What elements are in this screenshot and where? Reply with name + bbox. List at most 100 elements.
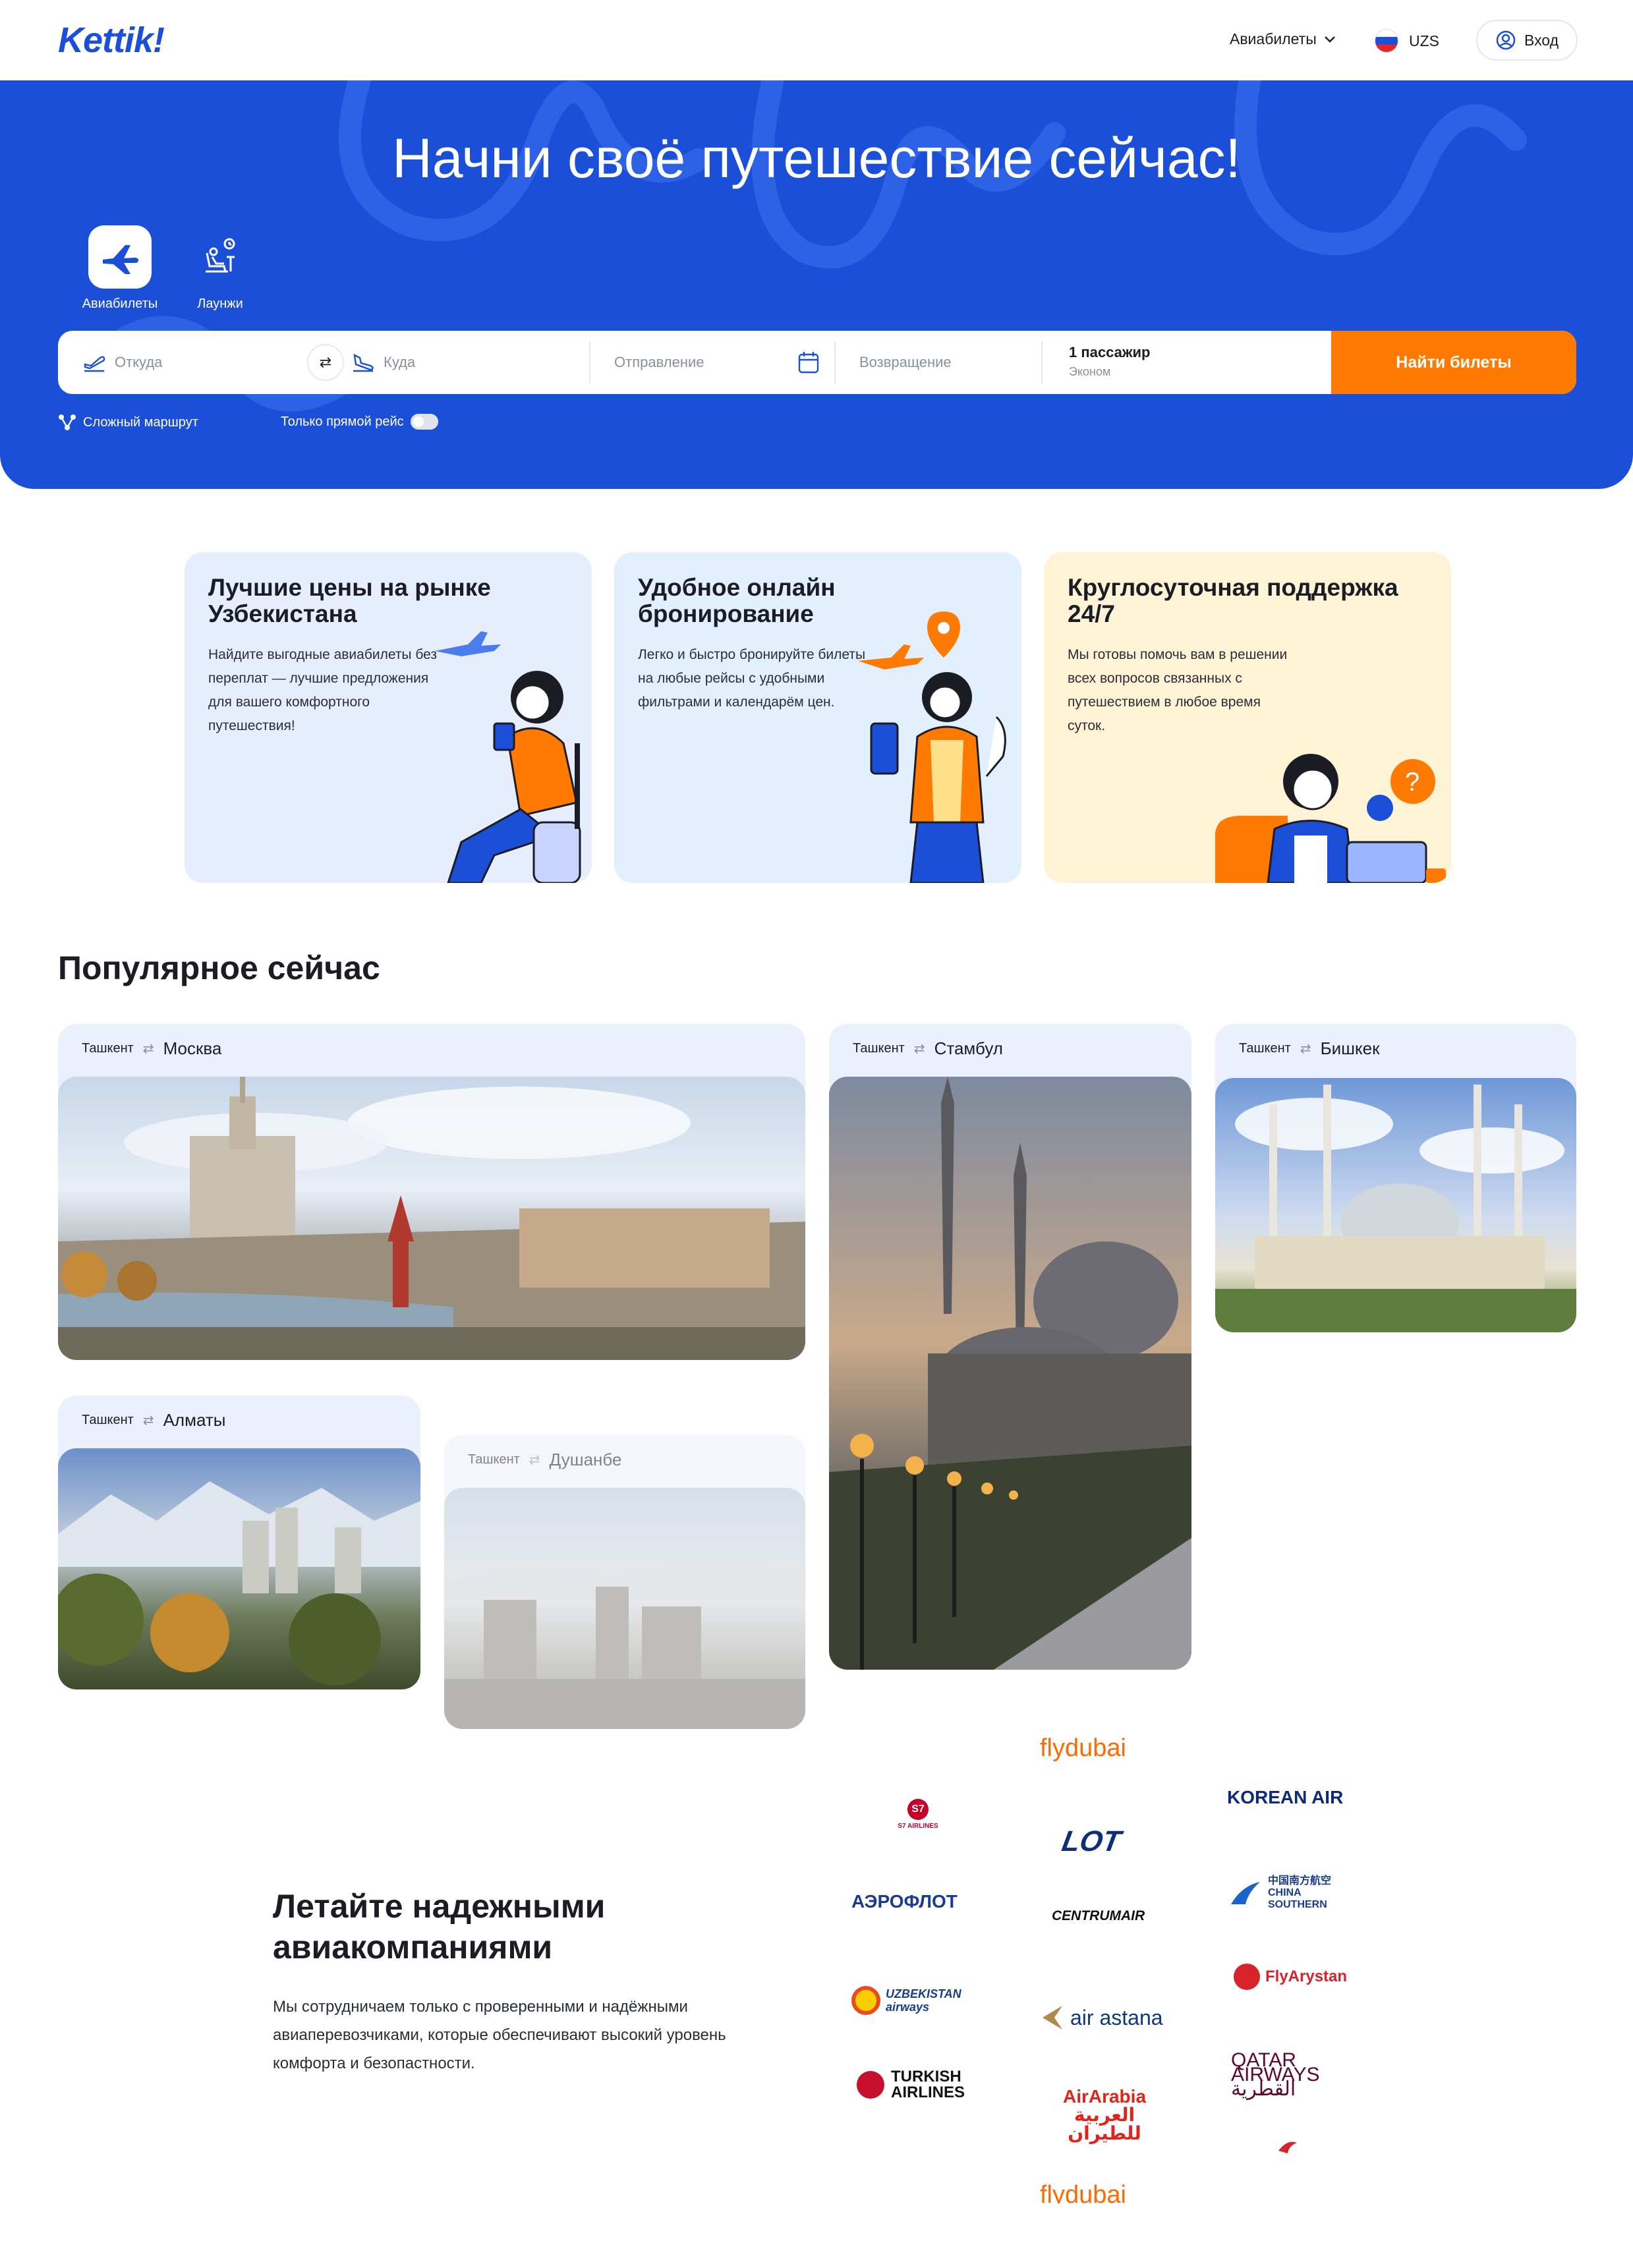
feature-title: Лучшие цены на рынке Узбекистана [208,574,491,627]
feature-text: Найдите выгодные авиабилеты без переплат… [208,647,438,733]
support-agent-illustration: ? [1215,754,1446,883]
landing-icon [353,353,374,372]
flydubai-logo-repeat: flydubai [1040,2181,1126,2203]
feature-text: Мы готовы помочь вам в решении всех вопр… [1068,647,1288,733]
lot-logo: LOT [1059,1825,1124,1857]
dushanbe-photo [444,1488,805,1729]
feature-title: Круглосуточная поддержка 24/7 [1068,574,1398,627]
feature-card-booking: Удобное онлайн бронирование Легко и быст… [614,552,1021,883]
route-destination: Алматы [163,1410,226,1430]
passengers-selector[interactable]: 1 пассажир Эконом [1069,344,1354,383]
route-origin: Ташкент [468,1452,520,1467]
turkish-airlines-emblem-icon [857,2071,884,2099]
istanbul-photo [829,1077,1191,1670]
airlines-section-title: Летайте надежными авиакомпаниями [273,1888,606,1966]
mode-tab-flights[interactable]: Авиабилеты [79,225,161,312]
currency-selector[interactable]: UZS [1375,29,1439,53]
depart-placeholder: Отправление [614,354,704,370]
route-destination: Душанбе [549,1450,622,1469]
mode-label: Лаунжи [197,297,243,311]
route-label: Ташкент ⇄ Бишкек [1239,1038,1380,1059]
hero-section: Начни своё путешествие сейчас! Авиабилет… [0,80,1633,489]
nav-tickets-dropdown[interactable]: Авиабилеты [1230,30,1336,48]
takeoff-icon [84,356,105,372]
nav-tickets-label: Авиабилеты [1230,30,1317,47]
route-nodes-icon [59,414,76,430]
user-icon [1496,30,1516,50]
destination-card-moscow[interactable]: Ташкент ⇄ Москва [58,1024,805,1360]
route-destination: Москва [163,1038,222,1058]
from-field[interactable]: Откуда [83,331,294,394]
route-origin: Ташкент [82,1413,134,1427]
swap-arrows-icon: ⇄ [319,354,332,370]
route-origin: Ташкент [853,1041,905,1056]
calendar-icon [798,352,819,374]
to-placeholder: Куда [384,354,416,370]
china-southern-logo-text: 中国南方航空 CHINA SOUTHERN [1268,1875,1332,1910]
login-button[interactable]: Вход [1476,20,1578,61]
airline-emblem-icon [1276,2136,1300,2156]
route-origin: Ташкент [82,1041,134,1056]
booking-illustration [858,611,1006,883]
russia-flag-icon [1375,29,1398,53]
destination-card-bishkek[interactable]: Ташкент ⇄ Бишкек [1215,1024,1576,1332]
airplane-icon [88,225,152,289]
swap-direction-button[interactable]: ⇄ [307,344,344,381]
svg-text:?: ? [1405,768,1419,797]
centrumair-logo: CENTRUMAIR [1052,1908,1145,1923]
air-arabia-logo: AirArabia العربية للطيران [1062,2086,1147,2143]
chevron-down-icon [1324,36,1335,43]
swap-arrows-icon: ⇄ [529,1453,540,1467]
destination-card-almaty[interactable]: Ташкент ⇄ Алматы [58,1396,420,1689]
swap-arrows-icon: ⇄ [142,1413,154,1428]
route-label: Ташкент ⇄ Алматы [82,1410,225,1431]
airlines-section-text: Мы сотрудничаем только с проверенными и … [273,1998,726,2072]
flyarystan-logo: FlyArystan [1234,1964,1347,1990]
china-southern-logo: 中国南方航空 CHINA SOUTHERN [1228,1875,1354,1911]
return-date-field[interactable]: Возвращение [859,331,1050,394]
flyarystan-logo-text: FlyArystan [1265,1968,1348,1985]
hero-title: Начни своё путешествие сейчас! [392,127,1241,189]
s7-logo-text: S7 AIRLINES [898,1823,938,1830]
popular-section-title: Популярное сейчас [58,950,380,986]
find-tickets-button[interactable]: Найти билеты [1331,331,1576,394]
china-southern-emblem-icon [1231,1882,1260,1904]
swap-arrows-icon: ⇄ [913,1042,925,1056]
site-header: Kettik! Авиабилеты UZS Вход [0,0,1633,80]
flight-search-bar: Откуда ⇄ Куда Отправление Возвращение 1 … [58,331,1576,394]
bishkek-photo [1215,1078,1576,1332]
traveler-illustration [435,631,581,883]
air-astana-emblem-icon [1043,2006,1062,2029]
direct-only-option: Только прямой рейс [281,414,438,430]
s7-logo: S7 S7 AIRLINES [896,1799,940,1830]
complex-route-link[interactable]: Сложный маршрут [58,414,198,431]
route-destination: Стамбул [934,1038,1003,1058]
flyarystan-emblem-icon [1234,1964,1260,1990]
aeroflot-logo: АЭРОФЛОТ [851,1891,958,1912]
feature-card-prices: Лучшие цены на рынке Узбекистана Найдите… [185,552,592,883]
direct-only-label: Только прямой рейс [281,414,404,429]
swap-arrows-icon: ⇄ [142,1042,154,1056]
destination-card-dushanbe[interactable]: Ташкент ⇄ Душанбе [444,1435,805,1729]
route-label: Ташкент ⇄ Душанбе [468,1450,621,1470]
korean-air-logo: KOREAN AIR [1227,1787,1344,1807]
passengers-count: 1 пассажир [1069,344,1151,360]
feature-text: Легко и быстро бронируйте билеты на любы… [638,647,866,710]
feature-card-support: Круглосуточная поддержка 24/7 Мы готовы … [1044,552,1451,883]
flydubai-logo: flydubai [1040,1734,1126,1762]
route-label: Ташкент ⇄ Москва [82,1038,221,1059]
direct-only-toggle[interactable] [410,414,438,430]
lounge-icon [188,225,252,289]
depart-date-field[interactable]: Отправление [614,331,891,394]
uzbekistan-airways-logo: UZBEKISTAN airways [851,1986,971,2015]
to-field[interactable]: Куда [352,331,629,394]
turkish-airlines-logo-text: TURKISH AIRLINES [891,2068,965,2101]
mode-tab-lounges[interactable]: Лаунжи [182,225,258,312]
route-destination: Бишкек [1320,1038,1380,1058]
site-logo[interactable]: Kettik! [58,20,165,61]
route-origin: Ташкент [1239,1041,1291,1056]
destination-card-istanbul[interactable]: Ташкент ⇄ Стамбул [829,1024,1191,1670]
air-astana-logo-text: air astana [1070,2005,1163,2029]
swap-arrows-icon: ⇄ [1300,1042,1311,1056]
return-placeholder: Возвращение [859,354,952,370]
